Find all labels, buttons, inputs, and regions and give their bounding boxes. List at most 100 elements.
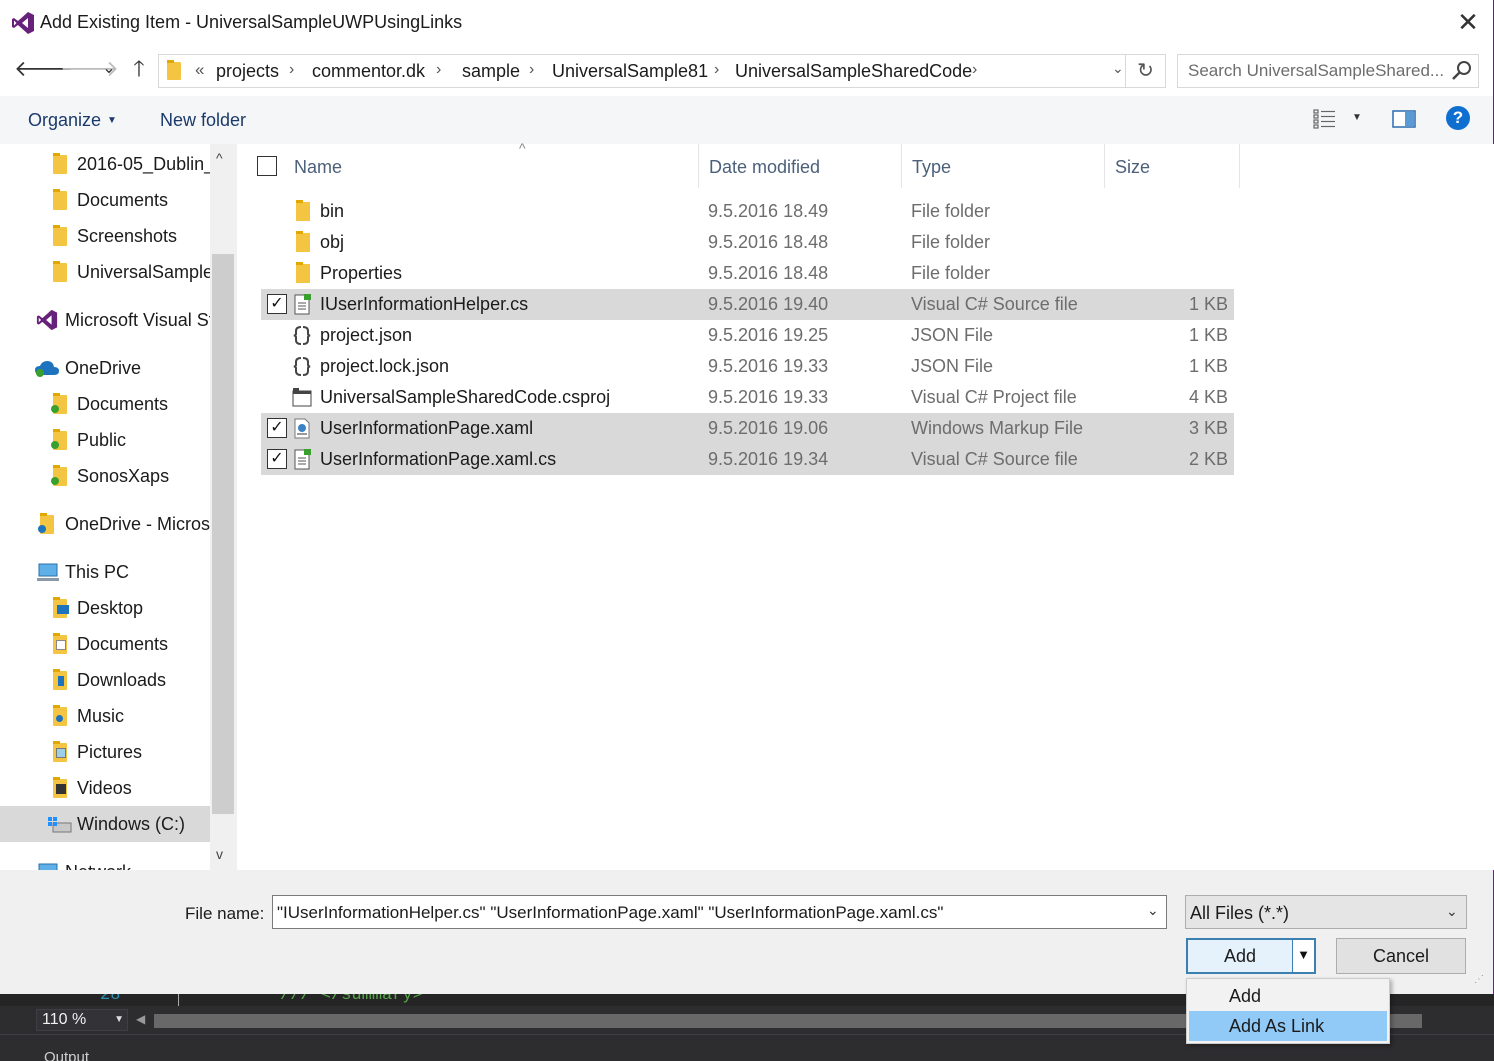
- scroll-left-icon[interactable]: ◀: [136, 1012, 145, 1026]
- sidebar-item-public[interactable]: Public: [0, 422, 210, 458]
- chevron-right-icon[interactable]: ›: [289, 61, 294, 79]
- search-input[interactable]: [1188, 61, 1448, 81]
- add-options-dropdown-button[interactable]: ▼: [1292, 940, 1314, 972]
- cancel-button[interactable]: Cancel: [1336, 938, 1466, 974]
- code-comment: /// </summary>: [280, 994, 423, 1005]
- chevron-right-icon[interactable]: ›: [529, 61, 534, 79]
- file-row-properties[interactable]: Properties 9.5.2016 18.48 File folder: [261, 258, 1234, 289]
- navigation-pane-scrollbar[interactable]: ^ v: [210, 144, 237, 870]
- sidebar-item-label: Music: [77, 706, 125, 726]
- add-button[interactable]: Add: [1188, 940, 1292, 972]
- file-row-project-json[interactable]: project.json 9.5.2016 19.25 JSON File 1 …: [261, 320, 1234, 351]
- sidebar-item-onedrive-business[interactable]: OneDrive - Micros: [0, 506, 210, 542]
- sidebar-item-label: UniversalSample: [77, 262, 210, 282]
- row-checkbox[interactable]: ✓: [267, 449, 287, 469]
- sidebar-item-screenshots[interactable]: Screenshots: [0, 218, 210, 254]
- row-checkbox[interactable]: ✓: [267, 294, 287, 314]
- organize-button[interactable]: Organize ▼: [28, 110, 117, 131]
- column-header-type[interactable]: Type: [902, 144, 1105, 188]
- organize-label: Organize: [28, 110, 102, 130]
- file-row-obj[interactable]: obj 9.5.2016 18.48 File folder: [261, 227, 1234, 258]
- breadcrumb-universalsamplesharedcode[interactable]: UniversalSampleSharedCode: [735, 61, 972, 82]
- menu-item-add[interactable]: Add: [1189, 981, 1387, 1011]
- chevron-down-icon[interactable]: ⌄: [1112, 60, 1124, 77]
- title-bar: Add Existing Item - UniversalSampleUWPUs…: [0, 0, 1493, 46]
- sidebar-item-label: OneDrive: [65, 358, 142, 378]
- help-icon[interactable]: ?: [1446, 106, 1470, 130]
- details-view-icon[interactable]: [1313, 108, 1337, 130]
- column-header-name[interactable]: Name ^: [284, 140, 699, 188]
- documents-icon: [53, 633, 67, 654]
- folder-icon: [53, 225, 67, 246]
- address-bar[interactable]: « projects › commentor.dk › sample › Uni…: [158, 54, 1166, 88]
- file-row-project-lock-json[interactable]: project.lock.json 9.5.2016 19.33 JSON Fi…: [261, 351, 1234, 382]
- resize-grip-icon[interactable]: ⋰: [1474, 974, 1484, 985]
- output-tab[interactable]: Output: [44, 1049, 89, 1061]
- file-row-csproj[interactable]: UniversalSampleSharedCode.csproj 9.5.201…: [261, 382, 1234, 413]
- chevron-right-icon[interactable]: ›: [714, 61, 719, 79]
- scroll-up-icon[interactable]: ^: [216, 150, 223, 166]
- row-checkbox[interactable]: ✓: [267, 418, 287, 438]
- file-row-userinformationpage-xaml[interactable]: ✓ UserInformationPage.xaml 9.5.2016 19.0…: [261, 413, 1234, 444]
- file-date: 9.5.2016 19.33: [708, 356, 829, 376]
- search-icon[interactable]: [1450, 59, 1474, 83]
- menu-item-add-as-link[interactable]: Add As Link: [1189, 1011, 1387, 1041]
- more-locations-icon[interactable]: «: [195, 60, 204, 80]
- preview-pane-icon[interactable]: [1392, 109, 1416, 129]
- chevron-right-icon[interactable]: ›: [436, 61, 441, 79]
- sidebar-item-onedrive-documents[interactable]: Documents: [0, 386, 210, 422]
- file-name-input[interactable]: [277, 903, 1137, 923]
- breadcrumb-universalsample81[interactable]: UniversalSample81: [552, 61, 708, 82]
- sidebar-item-sonosxaps[interactable]: SonosXaps: [0, 458, 210, 494]
- view-options-caret-icon[interactable]: ▼: [1352, 112, 1362, 123]
- folder-icon: [53, 189, 67, 210]
- sidebar-item-music[interactable]: Music: [0, 698, 210, 734]
- sidebar-item-documents[interactable]: Documents: [0, 182, 210, 218]
- forward-button[interactable]: 🡒: [60, 54, 119, 84]
- file-type-filter-select[interactable]: All Files (*.*) ⌄: [1185, 895, 1467, 929]
- zoom-level-select[interactable]: 110 % ▼: [36, 1009, 128, 1031]
- sidebar-item-onedrive[interactable]: OneDrive: [0, 350, 210, 386]
- sidebar-item-microsoft-visual-studio[interactable]: Microsoft Visual St: [0, 302, 210, 338]
- column-header-size[interactable]: Size: [1105, 144, 1240, 188]
- new-folder-button[interactable]: New folder: [160, 110, 246, 131]
- sidebar-item-universalsample[interactable]: UniversalSample: [0, 254, 210, 290]
- breadcrumb-projects[interactable]: projects: [216, 61, 279, 82]
- sidebar-item-videos[interactable]: Videos: [0, 770, 210, 806]
- file-date: 9.5.2016 18.48: [708, 263, 829, 283]
- json-file-icon: [293, 357, 311, 376]
- file-name: obj: [320, 232, 345, 252]
- sidebar-item-downloads[interactable]: Downloads: [0, 662, 210, 698]
- chevron-right-icon[interactable]: ›: [972, 61, 977, 79]
- sidebar-item-this-pc[interactable]: This PC: [0, 554, 210, 590]
- sidebar-item-pictures[interactable]: Pictures: [0, 734, 210, 770]
- back-button[interactable]: 🡐: [14, 54, 73, 84]
- music-icon: [53, 705, 67, 726]
- column-label: Size: [1115, 157, 1151, 177]
- file-row-bin[interactable]: bin 9.5.2016 18.49 File folder: [261, 196, 1234, 227]
- recent-locations-button[interactable]: ⌄: [94, 54, 124, 84]
- up-button[interactable]: 🡑: [124, 54, 154, 84]
- scroll-down-icon[interactable]: v: [216, 846, 223, 862]
- sidebar-item-windows-c[interactable]: Windows (C:): [0, 806, 210, 842]
- column-header-date[interactable]: Date modified: [699, 144, 902, 188]
- file-type: Visual C# Project file: [911, 387, 1077, 407]
- sidebar-item-label: SonosXaps: [77, 466, 170, 486]
- sidebar-item-2016-05-dublin[interactable]: 2016-05_Dublin_: [0, 146, 210, 182]
- breadcrumb-commentor[interactable]: commentor.dk: [312, 61, 425, 82]
- chevron-down-icon[interactable]: ⌄: [1147, 902, 1159, 919]
- file-row-iuserinformationhelper[interactable]: ✓ IUserInformationHelper.cs 9.5.2016 19.…: [261, 289, 1234, 320]
- sidebar-item-network[interactable]: Network: [0, 854, 210, 870]
- select-all-checkbox[interactable]: [257, 156, 277, 176]
- refresh-button[interactable]: ↻: [1125, 55, 1165, 87]
- close-button[interactable]: ✕: [1453, 8, 1483, 38]
- navigation-pane: 2016-05_Dublin_ Documents Screenshots Un…: [0, 144, 237, 870]
- sidebar-item-desktop[interactable]: Desktop: [0, 590, 210, 626]
- breadcrumb-sample[interactable]: sample: [462, 61, 520, 82]
- sidebar-item-pc-documents[interactable]: Documents: [0, 626, 210, 662]
- sidebar-item-label: 2016-05_Dublin_: [77, 154, 210, 174]
- folder-icon: [296, 200, 310, 221]
- scrollbar-thumb[interactable]: [212, 254, 234, 814]
- file-row-userinformationpage-xaml-cs[interactable]: ✓ UserInformationPage.xaml.cs 9.5.2016 1…: [261, 444, 1234, 475]
- csharp-file-icon: [294, 294, 311, 315]
